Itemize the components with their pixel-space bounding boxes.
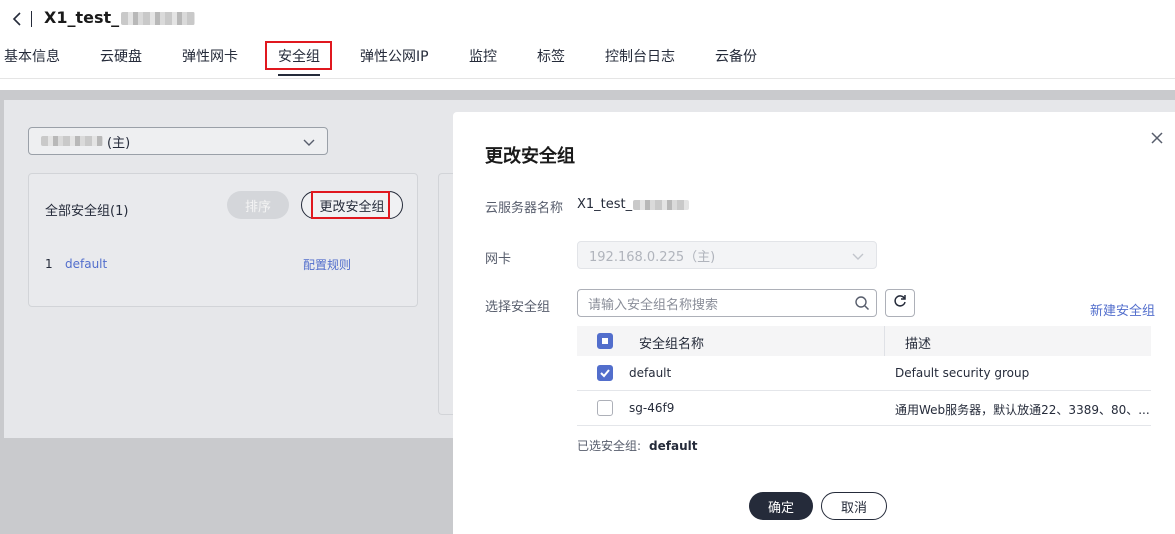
tab-highlight-box: [265, 41, 332, 70]
sg-panel-title: 全部安全组(1): [45, 204, 129, 219]
cancel-button[interactable]: 取消: [821, 492, 887, 520]
button-highlight-box: [311, 191, 390, 219]
tab-monitoring[interactable]: 监控: [469, 46, 497, 66]
search-icon[interactable]: [854, 295, 870, 311]
tab-disks[interactable]: 云硬盘: [100, 46, 142, 66]
security-group-card: 全部安全组(1) 排序 更改安全组 1 default 配置规则: [28, 173, 418, 307]
select-all-checkbox[interactable]: [597, 333, 613, 349]
close-icon[interactable]: [1149, 130, 1165, 146]
nic-select-suffix: (主): [107, 135, 131, 151]
new-security-group-link[interactable]: 新建安全组: [1090, 300, 1155, 319]
confirm-button[interactable]: 确定: [749, 492, 813, 520]
title-divider: [31, 11, 32, 27]
selected-sg-summary: 已选安全组: default: [577, 437, 698, 454]
checkmark-icon: [600, 369, 610, 378]
nic-value: 192.168.0.225（主): [589, 249, 716, 265]
back-arrow-icon[interactable]: [8, 9, 26, 29]
sort-button[interactable]: 排序: [227, 191, 289, 219]
column-divider: [884, 326, 885, 356]
refresh-icon: [893, 294, 907, 312]
sg-desc-cell: Default security group: [895, 366, 1030, 380]
sg-table: 安全组名称 描述 default Default security group …: [577, 326, 1151, 426]
refresh-button[interactable]: [885, 289, 915, 317]
sg-search-input[interactable]: 请输入安全组名称搜索: [577, 289, 877, 317]
nic-select-disabled: 192.168.0.225（主): [577, 241, 877, 269]
redacted-name: [633, 199, 690, 210]
tab-console-log[interactable]: 控制台日志: [605, 46, 675, 66]
page-title: X1_test_: [44, 8, 196, 27]
search-placeholder: 请输入安全组名称搜索: [588, 297, 719, 313]
server-name-label: 云服务器名称: [485, 201, 564, 216]
server-name-value: X1_test_: [577, 197, 690, 212]
sg-row-name-link[interactable]: default: [65, 257, 107, 271]
active-tab-underline: [278, 74, 320, 76]
chevron-down-icon: [303, 136, 315, 151]
tab-cloud-backup[interactable]: 云备份: [715, 46, 757, 66]
select-sg-label: 选择安全组: [485, 300, 551, 315]
page-header: X1_test_ 基本信息 云硬盘 弹性网卡 安全组 弹性公网IP 监控 标签 …: [0, 0, 1175, 90]
tab-eip[interactable]: 弹性公网IP: [360, 46, 429, 66]
sg-name-cell: sg-46f9: [629, 401, 675, 415]
nic-label: 网卡: [485, 252, 512, 267]
table-header: 安全组名称 描述: [577, 326, 1151, 356]
row-checkbox[interactable]: [597, 400, 613, 416]
page-title-text: X1_test_: [44, 8, 120, 27]
drawer-title: 更改安全组: [485, 146, 575, 167]
selected-sg-label: 已选安全组:: [577, 439, 642, 453]
tab-nics[interactable]: 弹性网卡: [182, 46, 238, 66]
row-checkbox-checked[interactable]: [597, 365, 613, 381]
column-header-name: 安全组名称: [639, 337, 705, 352]
configure-rules-link[interactable]: 配置规则: [303, 256, 351, 273]
table-row[interactable]: sg-46f9 通用Web服务器，默认放通22、3389、80、...: [577, 391, 1151, 426]
change-sg-drawer: 更改安全组 云服务器名称 X1_test_ 网卡 192.168.0.225（主…: [453, 112, 1175, 534]
server-name-text: X1_test_: [577, 197, 633, 212]
chevron-down-icon: [852, 250, 864, 265]
tab-tags[interactable]: 标签: [537, 46, 565, 66]
selected-sg-value: default: [649, 439, 698, 453]
sg-row-index: 1: [45, 257, 53, 271]
tab-basic-info[interactable]: 基本信息: [4, 46, 60, 66]
table-row[interactable]: default Default security group: [577, 356, 1151, 391]
sg-name-cell: default: [629, 366, 672, 380]
sg-desc-cell: 通用Web服务器，默认放通22、3389、80、...: [895, 403, 1150, 417]
redacted-ip: [41, 136, 103, 146]
nic-select[interactable]: (主): [28, 127, 328, 155]
column-header-desc: 描述: [905, 337, 932, 352]
tabs-divider: [0, 78, 1175, 79]
redacted-name: [121, 12, 196, 25]
